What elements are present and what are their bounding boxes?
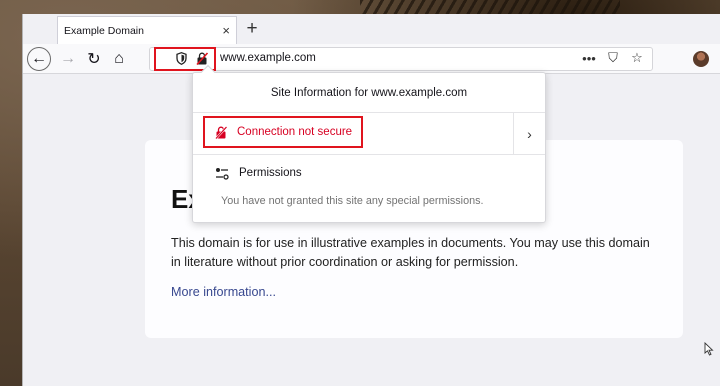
connection-status-text: Connection not secure bbox=[237, 126, 353, 138]
tab-bar: Example Domain × + bbox=[23, 14, 720, 44]
pocket-icon[interactable]: ⛉ bbox=[604, 50, 622, 66]
tab-example-domain[interactable]: Example Domain × bbox=[57, 16, 237, 44]
chevron-right-icon[interactable]: › bbox=[513, 113, 545, 155]
insecure-connection-icon bbox=[215, 125, 227, 139]
connection-row[interactable]: Connection not secure › bbox=[193, 113, 545, 155]
permissions-title: Permissions bbox=[239, 167, 302, 179]
page-actions-menu-icon[interactable]: ••• bbox=[580, 51, 598, 66]
navigation-toolbar: ← → ↻ ⌂ www.example.com ••• ⛉ ☆ bbox=[23, 44, 720, 74]
account-avatar[interactable] bbox=[693, 51, 709, 67]
home-button[interactable]: ⌂ bbox=[106, 46, 132, 72]
forward-button[interactable]: → bbox=[55, 46, 81, 72]
back-button[interactable]: ← bbox=[27, 47, 51, 71]
bookmark-star-icon[interactable]: ☆ bbox=[628, 50, 646, 66]
tab-title: Example Domain bbox=[64, 24, 144, 37]
url-text[interactable]: www.example.com bbox=[220, 52, 316, 64]
more-information-link[interactable]: More information... bbox=[171, 285, 276, 299]
permissions-description: You have not granted this site any speci… bbox=[221, 195, 484, 207]
connection-highlight[interactable]: Connection not secure bbox=[203, 116, 363, 148]
site-information-panel: Site Information for www.example.com Con… bbox=[192, 64, 546, 223]
panel-title: Site Information for www.example.com bbox=[193, 73, 545, 113]
url-actions: ••• ⛉ ☆ bbox=[580, 50, 646, 66]
permissions-sliders-icon bbox=[216, 168, 229, 180]
tracking-protection-shield-icon[interactable] bbox=[176, 52, 187, 65]
insecure-lock-icon[interactable] bbox=[196, 52, 208, 65]
close-tab-icon[interactable]: × bbox=[222, 23, 230, 38]
permissions-section: Permissions You have not granted this si… bbox=[193, 155, 545, 221]
page-paragraph: This domain is for use in illustrative e… bbox=[171, 236, 650, 269]
mouse-cursor-icon bbox=[704, 342, 714, 356]
address-bar[interactable]: www.example.com ••• ⛉ ☆ bbox=[149, 47, 653, 71]
reload-button[interactable]: ↻ bbox=[81, 46, 107, 72]
new-tab-button[interactable]: + bbox=[241, 18, 263, 40]
